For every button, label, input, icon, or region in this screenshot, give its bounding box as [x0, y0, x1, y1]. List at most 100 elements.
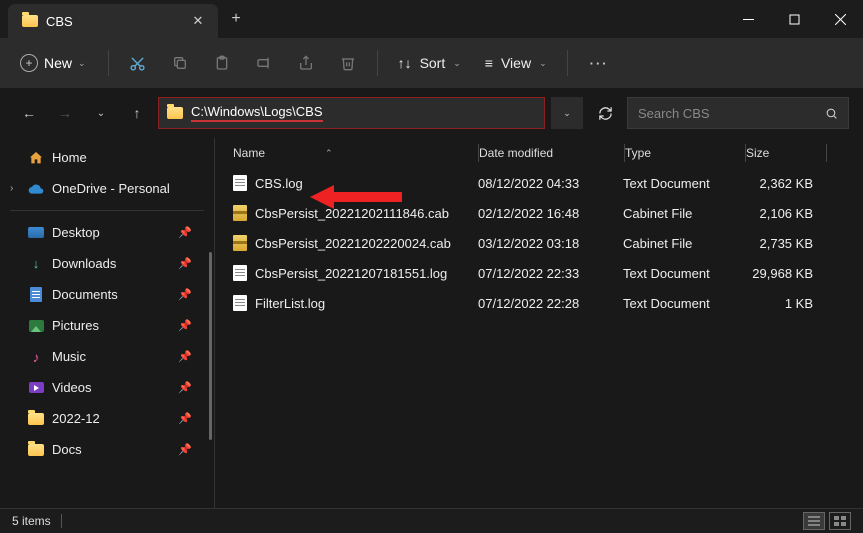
folder-icon	[22, 15, 38, 27]
file-type: Text Document	[623, 296, 743, 311]
file-icon	[233, 265, 247, 281]
file-row[interactable]: CbsPersist_20221202111846.cab 02/12/2022 …	[215, 198, 863, 228]
column-header-name[interactable]: Name ⌃	[233, 146, 478, 160]
folder-icon	[28, 413, 44, 425]
file-row[interactable]: CbsPersist_20221202220024.cab 03/12/2022 …	[215, 228, 863, 258]
pin-icon: 📌	[178, 319, 192, 332]
sort-ascending-icon: ⌃	[325, 148, 333, 159]
video-icon	[29, 382, 44, 393]
file-type: Cabinet File	[623, 236, 743, 251]
scrollbar-thumb[interactable]	[209, 252, 212, 440]
file-row[interactable]: CBS.log08/12/2022 04:33Text Document2,36…	[215, 168, 863, 198]
sidebar-item-home[interactable]: Home	[0, 142, 214, 173]
separator	[377, 50, 378, 76]
plus-circle-icon: +	[20, 54, 38, 72]
file-name: FilterList.log	[255, 296, 325, 311]
sidebar-item-folder-1[interactable]: 2022-12 📌	[0, 403, 214, 434]
sidebar-item-music[interactable]: ♪ Music 📌	[0, 341, 214, 372]
address-row: ← → ⌄ ↑ C:\Windows\Logs\CBS ⌄ Search CBS	[0, 88, 863, 138]
address-path: C:\Windows\Logs\CBS	[191, 104, 323, 122]
column-headers: Name ⌃ Date modified Type Size	[215, 138, 863, 168]
file-size: 1 KB	[743, 296, 823, 311]
sidebar-item-desktop[interactable]: Desktop 📌	[0, 217, 214, 248]
forward-button[interactable]: →	[50, 97, 80, 129]
window-tab[interactable]: CBS ✕	[8, 4, 218, 38]
back-button[interactable]: ←	[14, 97, 44, 129]
list-icon: ≡	[485, 55, 493, 71]
chevron-down-icon: ⌄	[453, 58, 461, 69]
more-button[interactable]: ···	[578, 56, 621, 71]
separator	[108, 50, 109, 76]
close-button[interactable]	[817, 0, 863, 38]
desktop-icon	[28, 227, 44, 238]
column-header-size[interactable]: Size	[746, 146, 826, 160]
share-button[interactable]	[287, 46, 325, 80]
chevron-right-icon[interactable]: ›	[10, 183, 13, 194]
sidebar: Home › OneDrive - Personal Desktop 📌 ↓ D…	[0, 138, 215, 508]
cut-button[interactable]	[119, 46, 157, 80]
file-icon	[233, 205, 247, 221]
new-tab-button[interactable]: +	[218, 10, 254, 28]
address-bar[interactable]: C:\Windows\Logs\CBS	[158, 97, 545, 129]
minimize-button[interactable]	[725, 0, 771, 38]
pin-icon: 📌	[178, 288, 192, 301]
column-header-date[interactable]: Date modified	[479, 146, 624, 160]
file-size: 2,362 KB	[743, 176, 823, 191]
file-date: 08/12/2022 04:33	[478, 176, 623, 191]
status-bar: 5 items	[0, 508, 863, 533]
column-divider[interactable]	[826, 144, 827, 162]
paste-button[interactable]	[203, 46, 241, 80]
sort-button[interactable]: ↑↓ Sort ⌄	[388, 49, 471, 77]
chevron-down-icon: ⌄	[78, 58, 86, 69]
separator	[61, 514, 62, 528]
sidebar-item-onedrive[interactable]: › OneDrive - Personal	[0, 173, 214, 204]
file-row[interactable]: FilterList.log 07/12/2022 22:28Text Docum…	[215, 288, 863, 318]
delete-button[interactable]	[329, 46, 367, 80]
pin-icon: 📌	[178, 412, 192, 425]
file-date: 03/12/2022 03:18	[478, 236, 623, 251]
separator	[567, 50, 568, 76]
file-row[interactable]: CbsPersist_20221207181551.log07/12/2022 …	[215, 258, 863, 288]
up-button[interactable]: ↑	[122, 97, 152, 129]
file-date: 02/12/2022 16:48	[478, 206, 623, 221]
file-icon	[233, 235, 247, 251]
sidebar-item-videos[interactable]: Videos 📌	[0, 372, 214, 403]
column-header-type[interactable]: Type	[625, 146, 745, 160]
pin-icon: 📌	[178, 226, 192, 239]
folder-icon	[28, 444, 44, 456]
tab-title: CBS	[46, 14, 184, 29]
sidebar-item-documents[interactable]: Documents 📌	[0, 279, 214, 310]
new-button[interactable]: + New ⌄	[8, 48, 98, 78]
cloud-icon	[28, 181, 44, 197]
close-tab-icon[interactable]: ✕	[192, 13, 204, 29]
refresh-button[interactable]	[589, 97, 621, 129]
sidebar-item-pictures[interactable]: Pictures 📌	[0, 310, 214, 341]
address-history-button[interactable]: ⌄	[551, 97, 583, 129]
file-type: Text Document	[623, 176, 743, 191]
history-chevron-icon[interactable]: ⌄	[86, 97, 116, 129]
chevron-down-icon: ⌄	[539, 58, 547, 69]
sidebar-item-downloads[interactable]: ↓ Downloads 📌	[0, 248, 214, 279]
copy-button[interactable]	[161, 46, 199, 80]
maximize-button[interactable]	[771, 0, 817, 38]
file-list: Name ⌃ Date modified Type Size CBS.log08…	[215, 138, 863, 508]
file-size: 2,106 KB	[743, 206, 823, 221]
sort-icon: ↑↓	[398, 55, 412, 71]
sidebar-item-folder-2[interactable]: Docs 📌	[0, 434, 214, 465]
rename-button[interactable]	[245, 46, 283, 80]
file-type: Cabinet File	[623, 206, 743, 221]
search-placeholder: Search CBS	[638, 106, 817, 121]
file-name: CbsPersist_20221202220024.cab	[255, 236, 451, 251]
file-date: 07/12/2022 22:28	[478, 296, 623, 311]
file-name: CbsPersist_20221202111846.cab	[255, 206, 449, 221]
home-icon	[28, 150, 44, 166]
pictures-icon	[29, 320, 44, 332]
file-icon	[233, 295, 247, 311]
download-icon: ↓	[28, 256, 44, 272]
thumbnails-view-button[interactable]	[829, 512, 851, 530]
view-button[interactable]: ≡ View ⌄	[475, 49, 557, 77]
search-icon	[825, 107, 838, 120]
details-view-button[interactable]	[803, 512, 825, 530]
search-input[interactable]: Search CBS	[627, 97, 849, 129]
file-size: 2,735 KB	[743, 236, 823, 251]
